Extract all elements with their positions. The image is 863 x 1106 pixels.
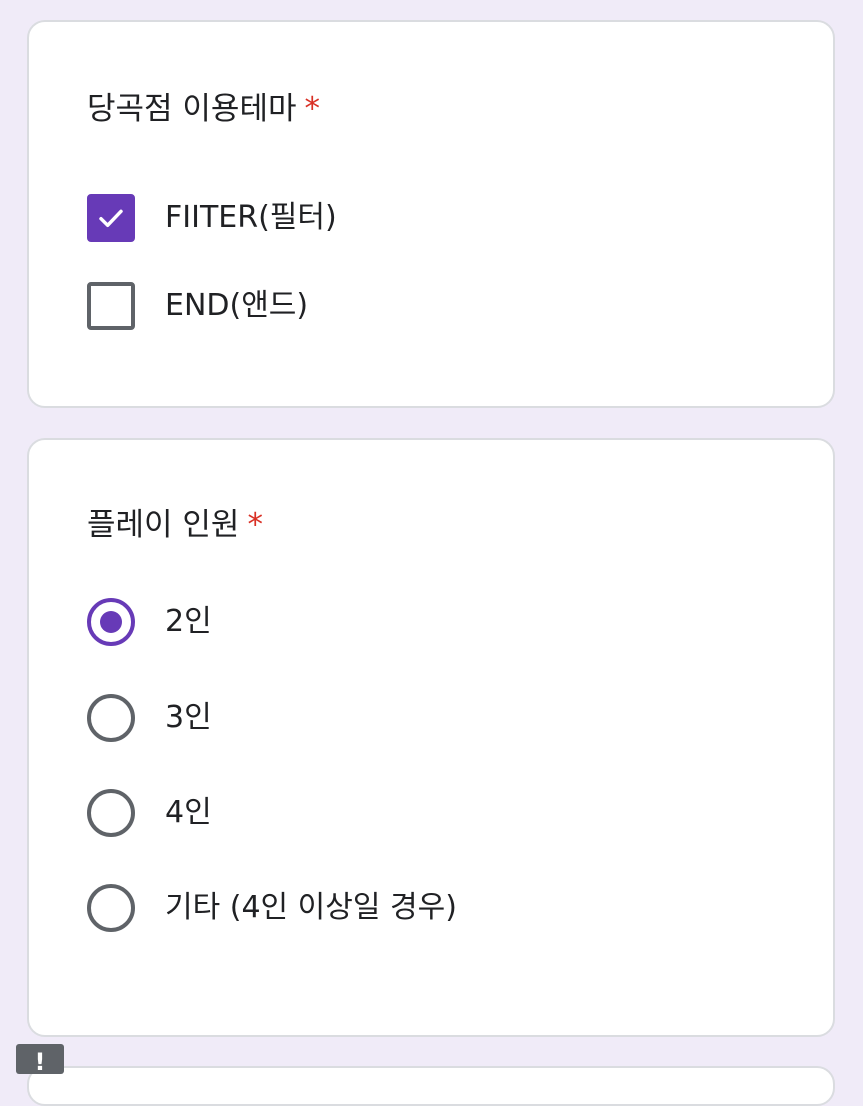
question-title: 당곡점 이용테마 * xyxy=(87,89,320,129)
radio-button-selected[interactable] xyxy=(87,598,135,646)
question-card-players: 플레이 인원 * 2인 3인 4인 기타 (4인 이상일 경우) xyxy=(27,438,835,1037)
radio-dot xyxy=(100,611,122,633)
option-label: END(앤드) xyxy=(165,288,309,323)
radio-button[interactable] xyxy=(87,789,135,837)
option-label: 기타 (4인 이상일 경우) xyxy=(165,890,457,925)
question-title: 플레이 인원 * xyxy=(87,505,263,545)
option-label: 4인 xyxy=(165,795,212,830)
checkbox-checked[interactable] xyxy=(87,194,135,242)
checkbox-unchecked[interactable] xyxy=(87,282,135,330)
question-card-theme: 당곡점 이용테마 * FIITER(필터) END(앤드) xyxy=(27,20,835,408)
question-title-text: 당곡점 이용테마 xyxy=(87,91,297,127)
option-label: FIITER(필터) xyxy=(165,200,337,235)
checkbox-option-end[interactable]: END(앤드) xyxy=(87,281,308,331)
option-label: 2인 xyxy=(165,604,212,639)
radio-option-other[interactable]: 기타 (4인 이상일 경우) xyxy=(87,883,457,933)
option-label: 3인 xyxy=(165,700,212,735)
radio-option-3[interactable]: 3인 xyxy=(87,693,212,743)
radio-option-4[interactable]: 4인 xyxy=(87,788,212,838)
question-title-text: 플레이 인원 xyxy=(87,507,240,543)
checkmark-icon xyxy=(99,209,123,228)
required-asterisk: * xyxy=(247,507,263,543)
radio-button[interactable] xyxy=(87,694,135,742)
alert-icon[interactable]: ! xyxy=(16,1044,64,1076)
required-asterisk: * xyxy=(304,91,321,127)
checkbox-option-fiiter[interactable]: FIITER(필터) xyxy=(87,193,337,243)
radio-button[interactable] xyxy=(87,884,135,932)
radio-option-2[interactable]: 2인 xyxy=(87,597,212,647)
question-card-next xyxy=(27,1066,835,1106)
